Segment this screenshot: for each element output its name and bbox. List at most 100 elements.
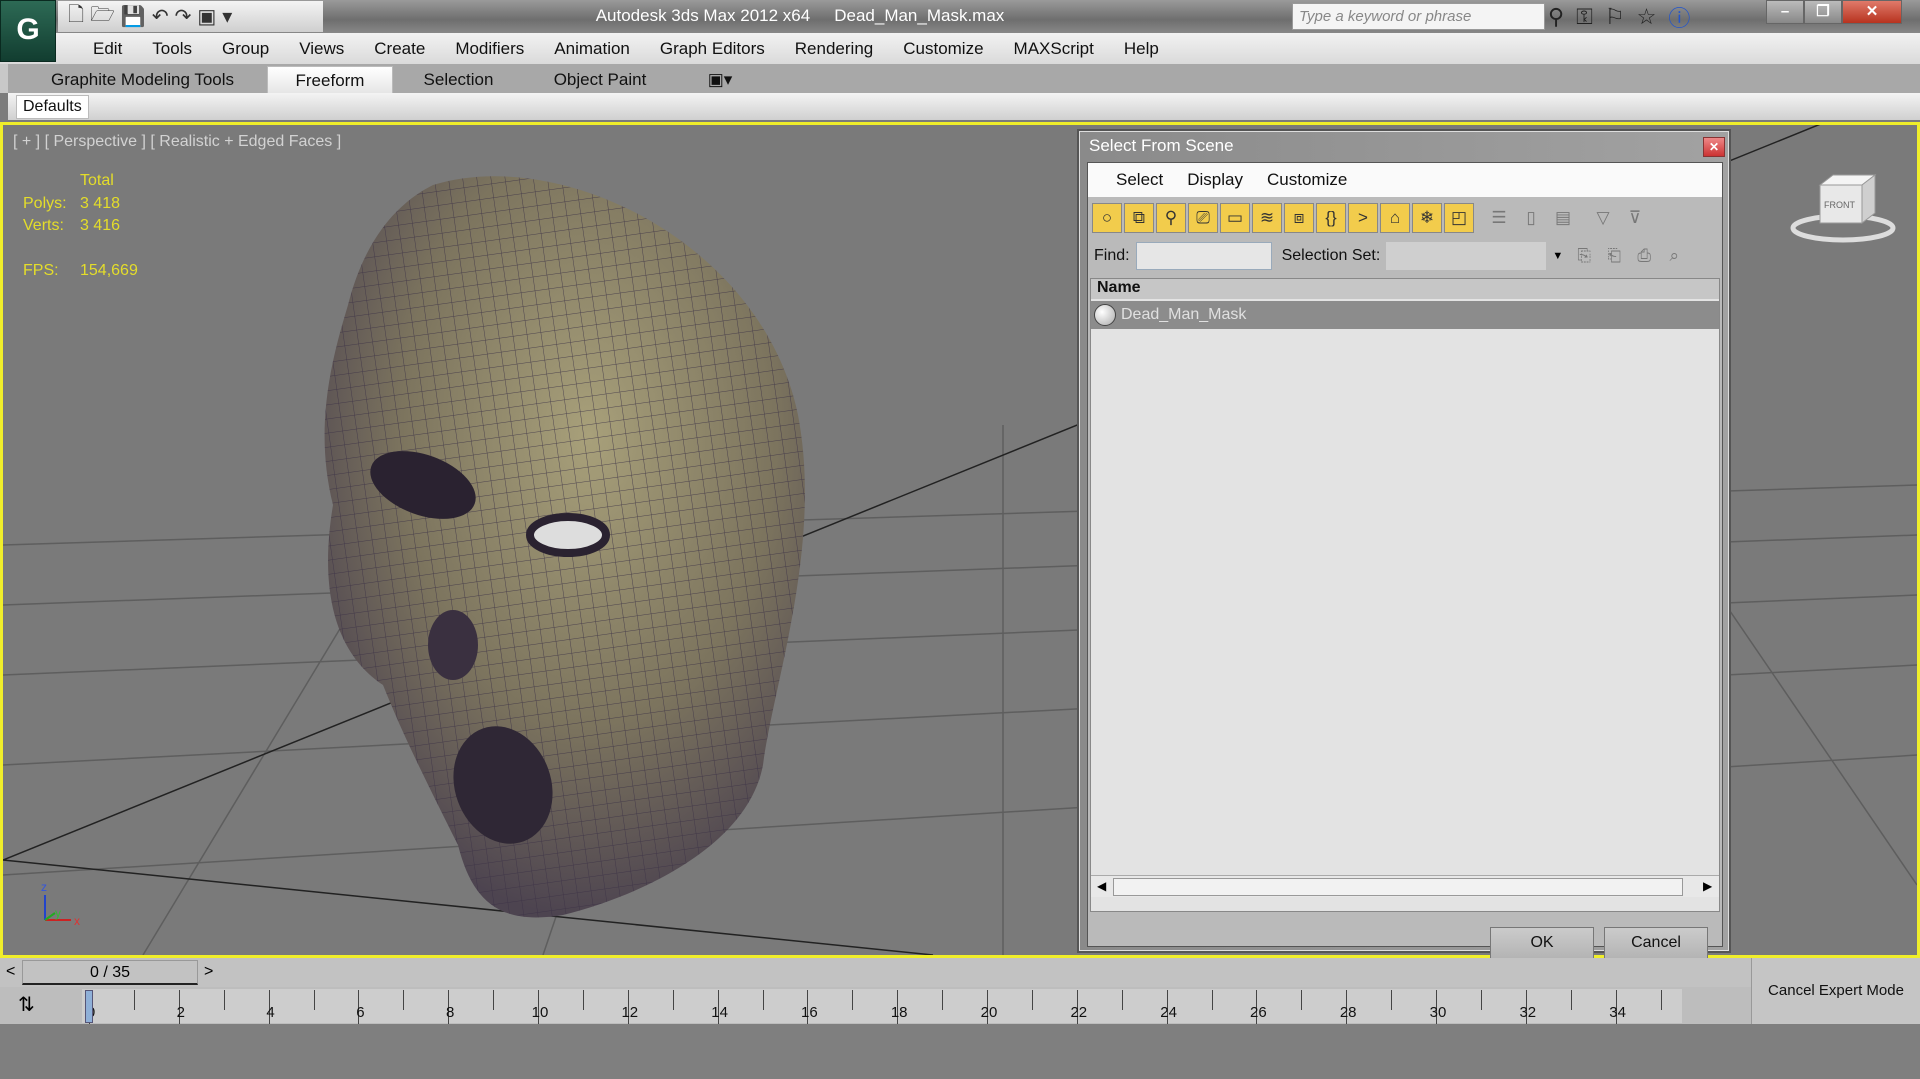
display-groups-icon[interactable]: ⧈ xyxy=(1284,203,1314,233)
frame-tick-label: 6 xyxy=(356,1004,365,1021)
frame-tick-label: 34 xyxy=(1609,1004,1626,1021)
select-invert-icon[interactable]: ▤ xyxy=(1548,203,1578,233)
frame-tick xyxy=(582,990,584,1010)
menu-views[interactable]: Views xyxy=(284,39,359,59)
prev-frame-button[interactable]: < xyxy=(6,963,15,981)
scroll-right-icon[interactable]: ▶ xyxy=(1703,879,1712,893)
dialog-menu-customize[interactable]: Customize xyxy=(1255,170,1359,190)
ok-button[interactable]: OK xyxy=(1490,927,1594,959)
help-icon[interactable]: ⓘ xyxy=(1668,1,1690,33)
display-cameras-icon[interactable]: ⎚ xyxy=(1188,203,1218,233)
menu-graph-editors[interactable]: Graph Editors xyxy=(645,39,780,59)
viewcube[interactable]: FRONT xyxy=(1790,173,1896,243)
maximize-button[interactable]: ❐ xyxy=(1804,0,1842,24)
filter-icon[interactable]: ▽ xyxy=(1588,203,1618,233)
ribbon-options-dropdown[interactable]: ▣▾ xyxy=(700,66,740,93)
horizontal-scrollbar[interactable]: ◀ ▶ xyxy=(1091,875,1719,897)
next-frame-button[interactable]: > xyxy=(204,963,213,981)
close-button[interactable]: ✕ xyxy=(1842,0,1902,24)
application-menu-button[interactable]: G xyxy=(0,0,56,62)
display-bones-icon[interactable]: > xyxy=(1348,203,1378,233)
display-helpers-icon[interactable]: ▭ xyxy=(1220,203,1250,233)
dialog-title: Select From Scene xyxy=(1089,136,1234,155)
curve-editor-icon[interactable]: ⇅ xyxy=(18,992,35,1017)
menu-tools[interactable]: Tools xyxy=(137,39,207,59)
dialog-close-button[interactable]: ✕ xyxy=(1703,137,1725,157)
key-icon[interactable]: ⚿ xyxy=(1576,4,1593,30)
viewport-label-menu[interactable]: [ + ] [ Perspective ] [ Realistic + Edge… xyxy=(13,133,341,151)
frame-tick xyxy=(1391,990,1393,1010)
menu-edit[interactable]: Edit xyxy=(78,39,137,59)
create-selection-set-icon[interactable]: ⎘ xyxy=(1569,241,1599,271)
menu-animation[interactable]: Animation xyxy=(539,39,645,59)
menu-rendering[interactable]: Rendering xyxy=(780,39,888,59)
status-area xyxy=(0,1024,1920,1079)
filter-options-icon[interactable]: ⊽ xyxy=(1620,203,1650,233)
find-case-sensitive-icon[interactable]: ⌕ xyxy=(1659,241,1689,271)
add-to-selection-set-icon[interactable]: ⎙ xyxy=(1629,241,1659,271)
menu-customize[interactable]: Customize xyxy=(888,39,998,59)
verts-label: Verts: xyxy=(23,217,64,234)
tab-selection[interactable]: Selection xyxy=(405,66,512,93)
frame-tick xyxy=(1301,990,1303,1010)
minimize-button[interactable]: – xyxy=(1766,0,1804,24)
tab-graphite-modeling-tools[interactable]: Graphite Modeling Tools xyxy=(30,66,255,93)
frame-tick xyxy=(1031,990,1033,1010)
time-slider[interactable]: 0 / 35 xyxy=(22,960,198,985)
display-hidden-icon[interactable]: ◰ xyxy=(1444,203,1474,233)
display-geometry-icon[interactable]: ○ xyxy=(1092,203,1122,233)
display-lights-icon[interactable]: ⚲ xyxy=(1156,203,1186,233)
selection-set-dropdown[interactable] xyxy=(1386,242,1547,270)
display-containers-icon[interactable]: ⌂ xyxy=(1380,203,1410,233)
select-none-icon[interactable]: ▯ xyxy=(1516,203,1546,233)
defaults-panel-label[interactable]: Defaults xyxy=(16,95,89,119)
axis-z-label: z xyxy=(41,880,47,894)
dead-man-mask-model[interactable] xyxy=(324,176,805,918)
frame-tick-label: 30 xyxy=(1429,1004,1447,1021)
polys-value: 3 418 xyxy=(80,195,121,212)
menu-modifiers[interactable]: Modifiers xyxy=(440,39,539,59)
geometry-icon xyxy=(1094,304,1116,326)
ribbon-panel xyxy=(8,93,1920,120)
dialog-menu: Select Display Customize xyxy=(1088,163,1722,197)
column-header-name[interactable]: Name xyxy=(1091,279,1719,299)
satellite-icon[interactable]: ⚐ xyxy=(1605,4,1625,30)
remove-selection-set-icon[interactable]: ⎗ xyxy=(1599,241,1629,271)
scrollbar-thumb[interactable] xyxy=(1113,878,1683,896)
dialog-menu-display[interactable]: Display xyxy=(1175,170,1255,190)
search-input[interactable]: Type a keyword or phrase xyxy=(1292,3,1545,30)
menu-group[interactable]: Group xyxy=(207,39,284,59)
dialog-menu-select[interactable]: Select xyxy=(1104,170,1175,190)
axis-y-label: y xyxy=(55,906,61,920)
stats-header: Total xyxy=(80,172,114,189)
frame-tick xyxy=(133,990,135,1010)
menu-maxscript[interactable]: MAXScript xyxy=(999,39,1109,59)
display-space-warps-icon[interactable]: ≋ xyxy=(1252,203,1282,233)
frame-tick xyxy=(672,990,674,1010)
select-all-icon[interactable]: ☰ xyxy=(1484,203,1514,233)
star-icon[interactable]: ☆ xyxy=(1637,4,1657,30)
filter-toolbar: ○ ⧉ ⚲ ⎚ ▭ ≋ ⧈ {} > ⌂ ❄ ◰ ☰ ▯ ▤ ▽ ⊽ xyxy=(1092,200,1650,236)
file-name: Dead_Man_Mask.max xyxy=(834,6,1005,25)
find-input[interactable] xyxy=(1135,242,1272,270)
chevron-down-icon[interactable]: ▼ xyxy=(1552,250,1563,262)
list-item-label: Dead_Man_Mask xyxy=(1121,306,1247,323)
scroll-left-icon[interactable]: ◀ xyxy=(1097,879,1106,893)
frame-tick-label: 22 xyxy=(1070,1004,1088,1021)
frame-tick-label: 16 xyxy=(801,1004,818,1021)
menu-create[interactable]: Create xyxy=(359,39,440,59)
current-frame-marker[interactable] xyxy=(85,990,93,1023)
binoculars-icon[interactable]: ⚲ xyxy=(1548,4,1564,30)
list-item[interactable]: Dead_Man_Mask xyxy=(1091,301,1719,329)
frame-tick-label: 24 xyxy=(1160,1004,1177,1021)
menu-help[interactable]: Help xyxy=(1109,39,1174,59)
frame-tick-label: 12 xyxy=(621,1004,639,1021)
display-xrefs-icon[interactable]: {} xyxy=(1316,203,1346,233)
display-shapes-icon[interactable]: ⧉ xyxy=(1124,203,1154,233)
object-list: Name Dead_Man_Mask ◀ ▶ xyxy=(1090,278,1720,912)
tab-freeform[interactable]: Freeform xyxy=(267,66,393,93)
tab-object-paint[interactable]: Object Paint xyxy=(540,66,660,93)
display-frozen-icon[interactable]: ❄ xyxy=(1412,203,1442,233)
cancel-button[interactable]: Cancel xyxy=(1604,927,1708,959)
cancel-expert-mode-button[interactable]: Cancel Expert Mode xyxy=(1751,958,1920,1024)
